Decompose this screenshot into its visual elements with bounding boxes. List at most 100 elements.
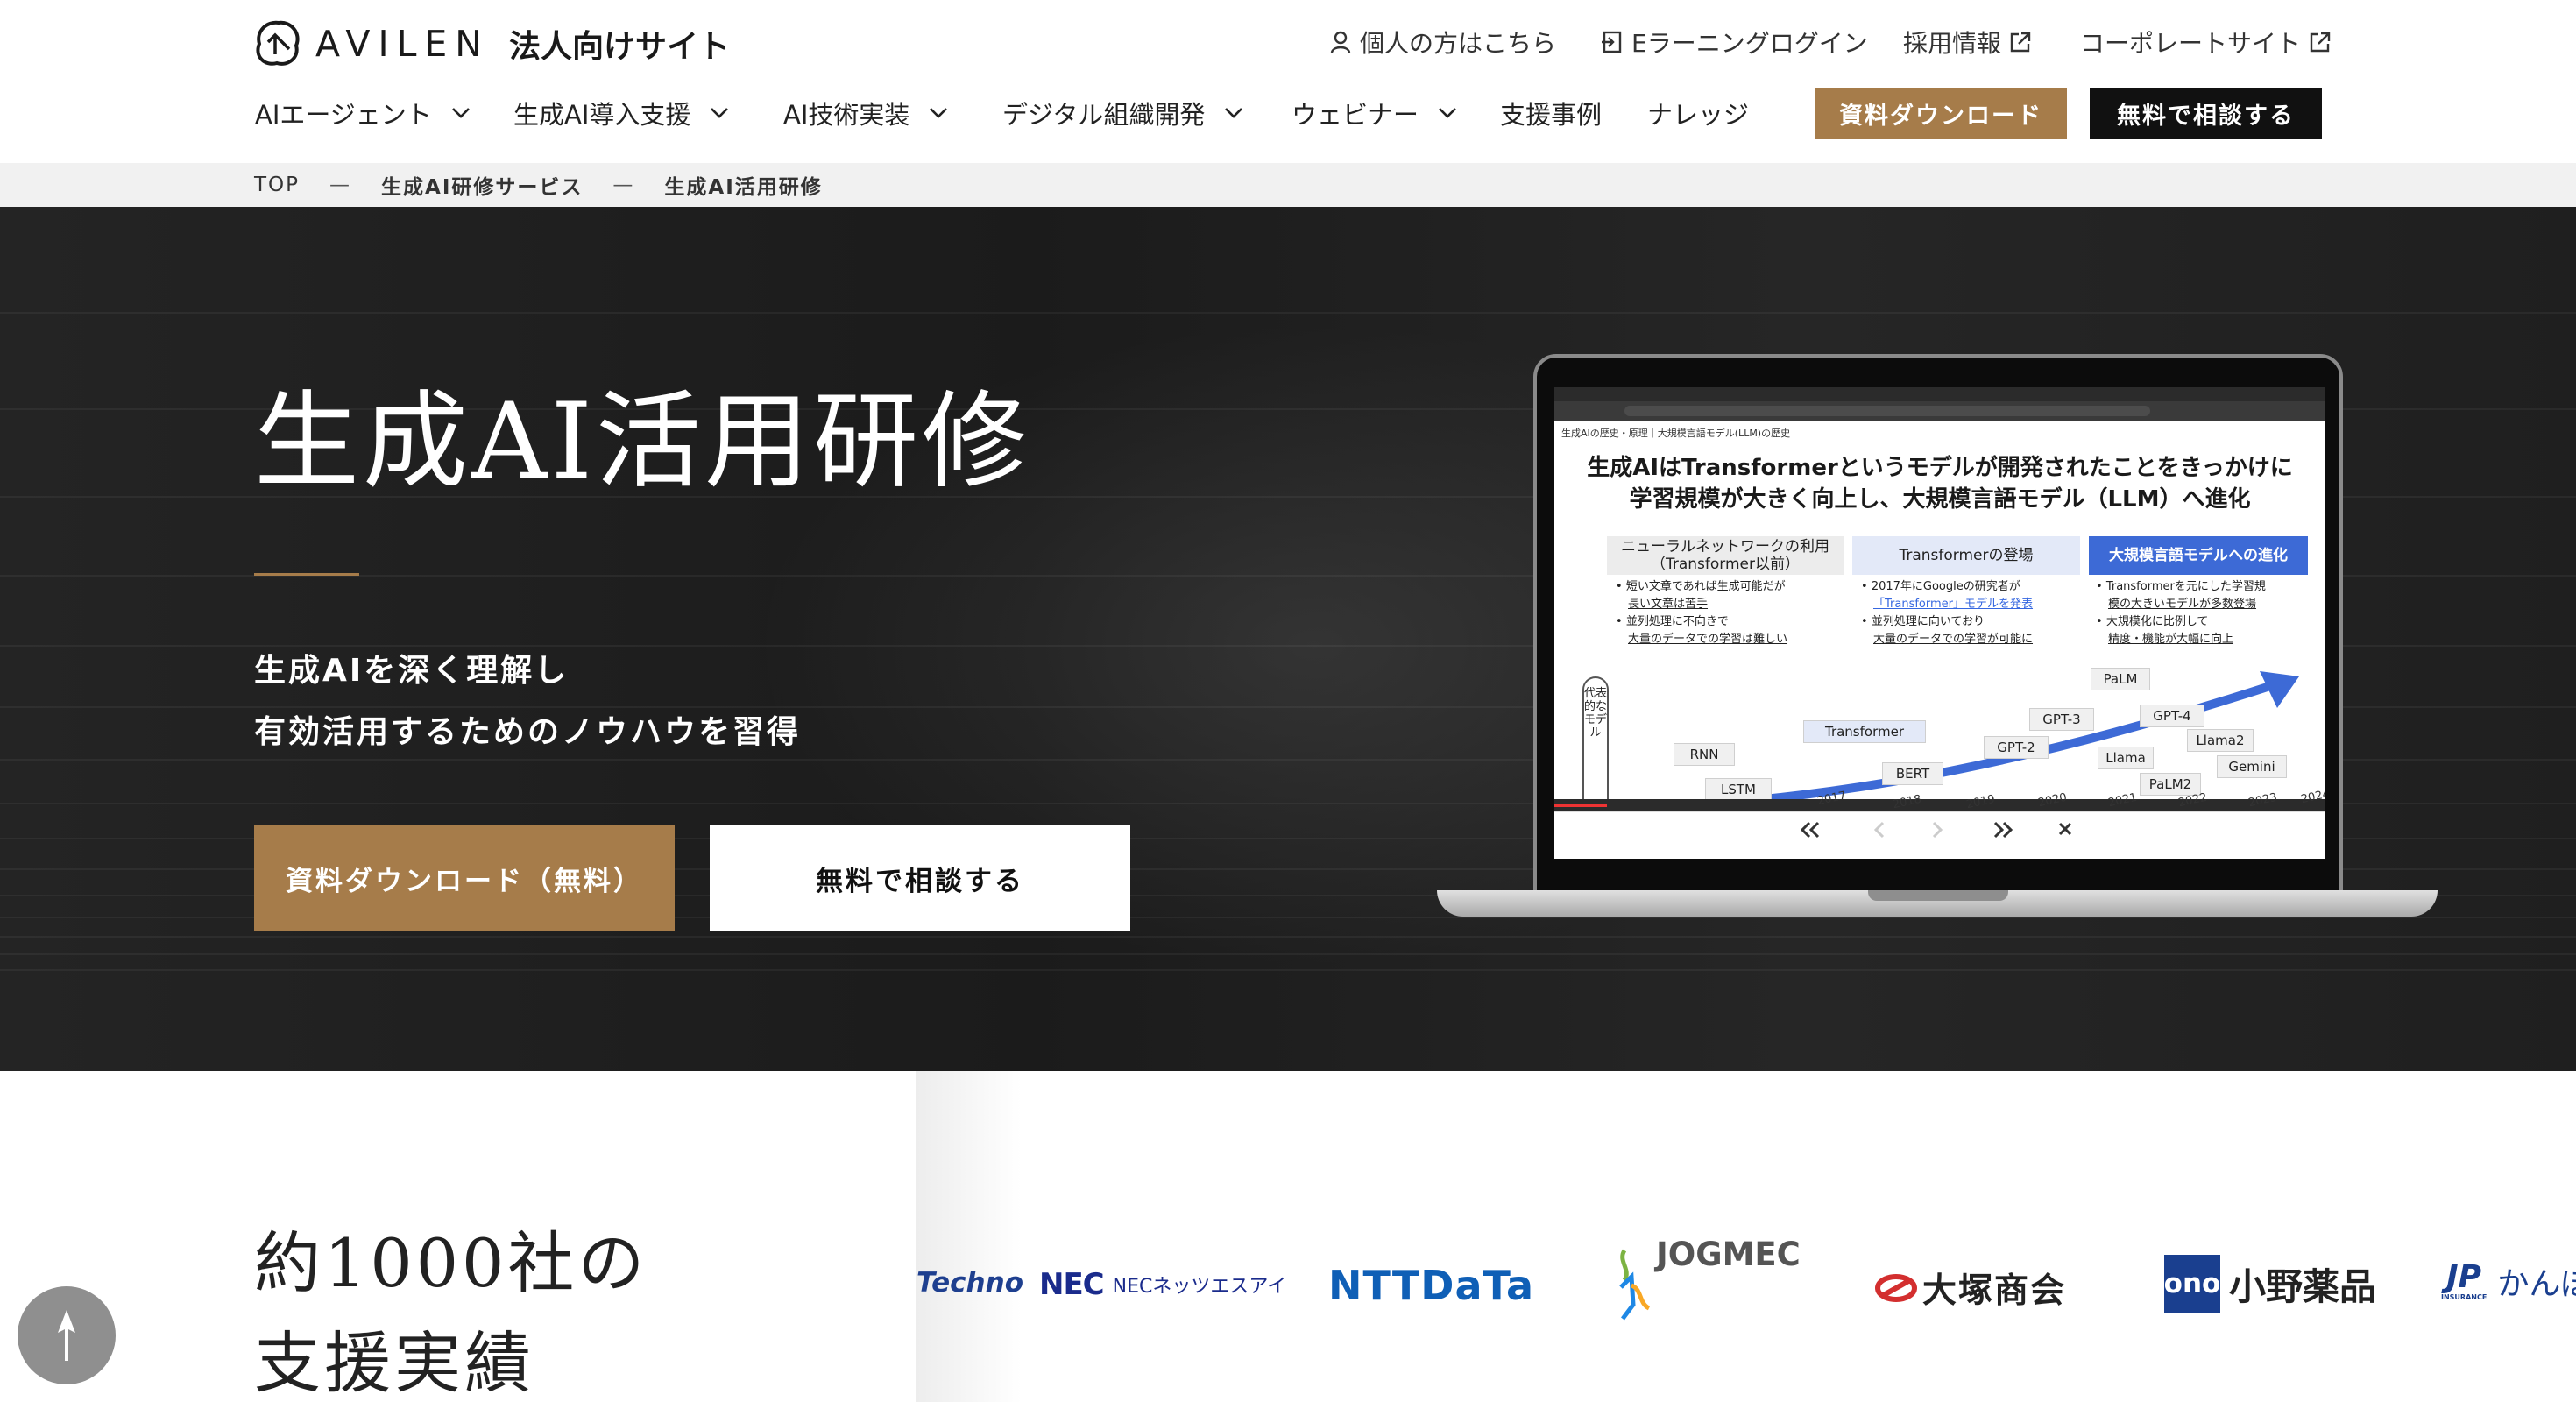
hero-lead-line-1: 生成AIを深く理解し [254, 653, 570, 689]
logo-wordmark: AVILEN [315, 23, 490, 65]
slide-breadcrumb: 生成AIの歴史・原理｜大規模言語モデル(LLM)の歴史 [1561, 428, 1791, 439]
nec-mark: NEC [1039, 1267, 1105, 1302]
arrow-up-icon [58, 1310, 75, 1361]
client-logo-carousel: Techno NEC NECネッツエスアイ NTTDaTa JOGMEC 大塚商… [916, 1071, 2576, 1402]
model-llama2: Llama2 [2187, 729, 2254, 752]
client-logo-techno: Techno [916, 1267, 1023, 1299]
note-line: 「Transformer」モデルを発表 [1873, 598, 2034, 611]
nav-webinar-label: ウェビナー [1292, 100, 1419, 130]
ono-mark: ono [2164, 1255, 2220, 1313]
nav-knowledge[interactable]: ナレッジ [1647, 95, 1749, 131]
corporate-site-link[interactable]: コーポレートサイト [2080, 25, 2332, 60]
chevron-down-icon [711, 108, 729, 118]
model-palm: PaLM [2091, 668, 2150, 690]
laptop-mockup: 生成AIの歴史・原理｜大規模言語モデル(LLM)の歴史 生成AIはTransfo… [1437, 354, 2438, 917]
nec-name: NECネッツエスアイ [1112, 1276, 1287, 1298]
model-gpt4: GPT-4 [2140, 705, 2204, 727]
slide-heading-line-1: 生成AIはTransformerというモデルが開発されたことをきっかけに [1587, 455, 2293, 481]
individual-link[interactable]: 個人の方はこちら [1328, 25, 1556, 60]
chevron-down-icon [1225, 108, 1243, 118]
jogmec-name: JOGMEC [1656, 1236, 1801, 1273]
hero-consultation-button[interactable]: 無料で相談する [710, 825, 1130, 931]
external-link-icon [2010, 32, 2031, 53]
fast-forward-icon[interactable] [1992, 821, 2013, 839]
note-line: • 短い文章であれば生成可能だが [1616, 580, 1786, 593]
model-bert: BERT [1882, 762, 1943, 785]
login-icon [1602, 31, 1622, 53]
model-llama: Llama [2098, 747, 2154, 769]
note-line: 精度・機能が大幅に向上 [2108, 633, 2234, 646]
elearning-login-link[interactable]: Eラーニングログイン [1600, 25, 1868, 60]
model-gpt2: GPT-2 [1984, 736, 2049, 759]
browser-tab-bar [1554, 387, 2325, 401]
jp-mark: JP [2446, 1258, 2482, 1295]
recruit-link[interactable]: 採用情報 [1903, 25, 2033, 60]
nav-webinar[interactable]: ウェビナー [1292, 95, 1457, 131]
nav-genai-support-label: 生成AI導入支援 [513, 100, 691, 130]
free-consultation-button[interactable]: 無料で相談する [2090, 88, 2322, 139]
phase-before-transformer: ニューラルネットワークの利用 （Transformer以前） [1607, 536, 1844, 575]
laptop-screen: 生成AIの歴史・原理｜大規模言語モデル(LLM)の歴史 生成AIはTransfo… [1554, 387, 2325, 859]
rewind-icon[interactable] [1800, 821, 1821, 839]
player-controls [1554, 811, 2325, 859]
nav-genai-support[interactable]: 生成AI導入支援 [513, 95, 729, 131]
breadcrumb-separator: — [612, 173, 635, 196]
elearning-login-label: Eラーニングログイン [1631, 29, 1868, 58]
slide-heading: 生成AIはTransformerというモデルが開発されたことをきっかけに 学習規… [1554, 452, 2325, 515]
nav-ai-agent[interactable]: AIエージェント [255, 95, 471, 131]
note-line: 大量のデータでの学習は難しい [1628, 633, 1788, 646]
download-materials-button[interactable]: 資料ダウンロード [1815, 88, 2067, 139]
hero-download-button[interactable]: 資料ダウンロード（無料） [254, 825, 675, 931]
jp-insurance-mark: JP INSURANCE [2441, 1258, 2487, 1301]
nav-digital-org-label: デジタル組織開発 [1002, 100, 1206, 130]
hero-lead-line-2: 有効活用するためのノウハウを習得 [254, 714, 802, 750]
site-header: AVILEN 法人向けサイト 個人の方はこちら Eラーニングログイン 採用情報 … [0, 0, 2576, 163]
close-icon[interactable] [2057, 821, 2073, 837]
previous-icon[interactable] [1873, 821, 1886, 839]
client-logo-otsuka: 大塚商会 [1875, 1264, 2066, 1313]
note-line: • 並列処理に向いており [1861, 615, 1985, 628]
laptop-lid: 生成AIの歴史・原理｜大規模言語モデル(LLM)の歴史 生成AIはTransfo… [1533, 354, 2343, 897]
breadcrumb-top[interactable]: TOP [254, 173, 300, 196]
phase-transformer: Transformerの登場 [1852, 536, 2080, 575]
chevron-down-icon [451, 108, 470, 118]
person-icon [1330, 31, 1351, 53]
next-icon[interactable] [1931, 821, 1943, 839]
kanpo-name: かんぽ [2497, 1266, 2576, 1302]
breadcrumb-genai-training[interactable]: 生成AI研修サービス [381, 170, 583, 200]
title-accent-rule [254, 573, 359, 576]
note-line: • 並列処理に不向きで [1616, 615, 1729, 628]
phase-2-notes: • 2017年にGoogleの研究者が 「Transformer」モデルを発表 … [1861, 578, 2080, 648]
logo-subtitle: 法人向けサイト [508, 29, 730, 65]
avilen-logo-icon [256, 20, 300, 66]
support-heading-line-2: 支援実績 [254, 1324, 534, 1402]
ono-name: 小野薬品 [2229, 1264, 2377, 1308]
breadcrumb: TOP — 生成AI研修サービス — 生成AI活用研修 [0, 163, 2576, 207]
corporate-site-label: コーポレートサイト [2080, 29, 2302, 58]
model-transformer: Transformer [1803, 720, 1926, 743]
chevron-down-icon [1439, 108, 1456, 118]
individual-link-label: 個人の方はこちら [1360, 29, 1557, 58]
nav-knowledge-label: ナレッジ [1647, 100, 1750, 130]
avilen-logo[interactable]: AVILEN 法人向けサイト [252, 18, 730, 70]
nav-ai-implementation-label: AI技術実装 [783, 100, 910, 130]
note-line: • 2017年にGoogleの研究者が [1861, 580, 2020, 593]
client-logo-kanpo: JP INSURANCE かんぽ [2441, 1258, 2576, 1304]
note-line: 大量のデータでの学習が可能に [1873, 633, 2034, 646]
video-progress-bar[interactable] [1554, 799, 2325, 811]
client-logo-nttdata: NTTDaTa [1328, 1262, 1535, 1309]
note-line: 模の大きいモデルが多数登場 [2108, 598, 2257, 611]
breadcrumb-separator: — [329, 173, 352, 196]
background-line [0, 312, 2576, 314]
support-heading-line-1: 約1000社の [254, 1224, 648, 1302]
note-line: • 大規模化に比例して [2096, 615, 2209, 628]
client-logo-jogmec: JOGMEC [1612, 1230, 1814, 1327]
hero-section: 生成AI活用研修 生成AIを深く理解し 有効活用するためのノウハウを習得 資料ダ… [0, 207, 2576, 1071]
nav-case-studies[interactable]: 支援事例 [1500, 95, 1602, 131]
note-line: 長い文章は苦手 [1628, 598, 1709, 611]
nav-digital-org[interactable]: デジタル組織開発 [1002, 95, 1243, 131]
otsuka-name: 大塚商会 [1922, 1271, 2067, 1311]
nav-ai-implementation[interactable]: AI技術実装 [783, 95, 948, 131]
page-title: 生成AI活用研修 [254, 381, 1031, 503]
back-to-top-button[interactable] [18, 1286, 116, 1384]
